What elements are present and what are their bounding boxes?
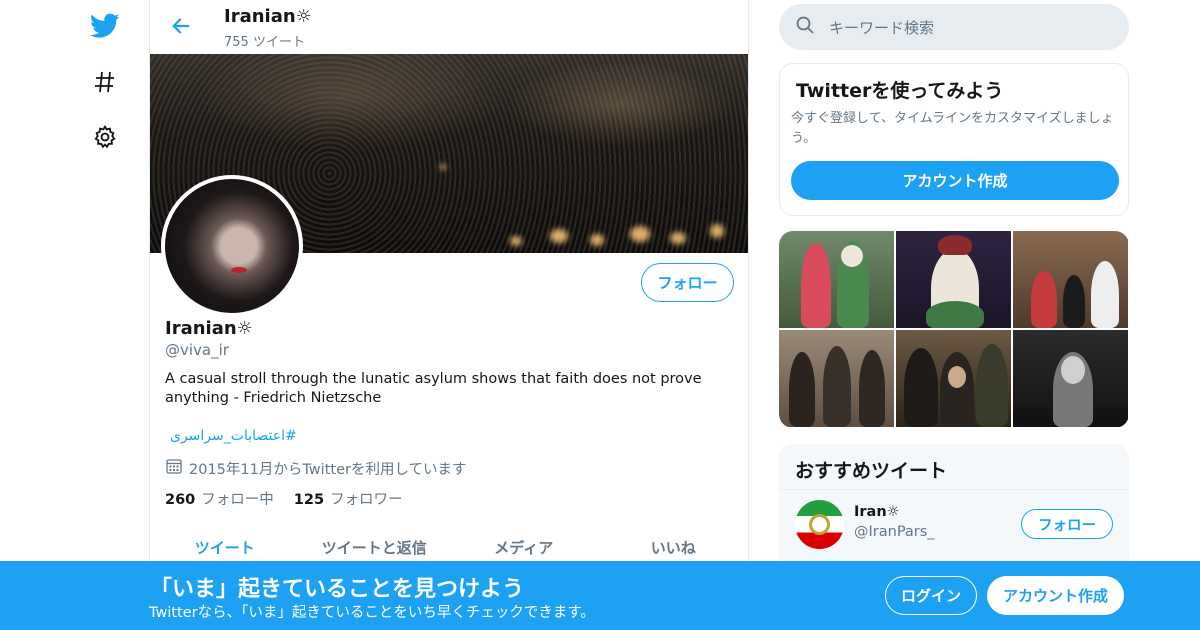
follow-button[interactable]: フォロー xyxy=(641,263,734,302)
media-grid xyxy=(779,231,1129,428)
following-label: フォロー中 xyxy=(201,492,274,508)
media-thumbnail[interactable] xyxy=(1013,231,1128,328)
tab-media[interactable]: メディア xyxy=(449,530,599,562)
profile-hashtag-link[interactable]: #اعتصابات_سراسری xyxy=(170,428,297,444)
hashtag-icon[interactable] xyxy=(90,67,120,97)
profile-stats: 260 フォロー中 125 フォロワー xyxy=(165,488,403,509)
media-thumbnail[interactable] xyxy=(779,231,894,328)
search-input[interactable]: キーワード検索 xyxy=(779,4,1129,50)
recommended-user-avatar[interactable] xyxy=(795,500,844,549)
joined-text: 2015年11月からTwitterを利用しています xyxy=(189,461,467,478)
prompt-subtitle: Twitterなら、「いま」起きていることをいち早くチェックできます。 xyxy=(149,605,595,621)
tab-tweets[interactable]: ツイート xyxy=(150,530,300,562)
calendar-icon xyxy=(165,457,183,479)
signup-card-subtitle: 今すぐ登録して、タイムラインをカスタマイズしましょう。 xyxy=(791,111,1114,146)
prompt-title: 「いま」起きていることを見つけよう xyxy=(150,577,525,602)
profile-column: Iranian☼⁣ 755 ツイート フォロー Iranian☼⁣ @viva_… xyxy=(149,0,749,630)
create-account-button[interactable]: アカウント作成 xyxy=(791,161,1119,200)
profile-header-bar: Iranian☼⁣ 755 ツイート xyxy=(150,0,748,54)
tab-tweets-and-replies[interactable]: ツイートと返信 xyxy=(300,530,450,562)
signup-card-title: Twitterを使ってみよう xyxy=(796,80,1004,102)
search-placeholder: キーワード検索 xyxy=(829,18,935,37)
followers-label: フォロワー xyxy=(330,492,403,508)
profile-tabs: ツイート ツイートと返信 メディア いいね xyxy=(150,530,748,562)
followers-link[interactable]: 125 フォロワー xyxy=(294,488,403,509)
login-button[interactable]: ログイン xyxy=(885,576,977,615)
recommended-follow-button[interactable]: フォロー xyxy=(1021,509,1113,539)
twitter-profile-page: Iranian☼⁣ 755 ツイート フォロー Iranian☼⁣ @viva_… xyxy=(0,0,1200,630)
media-thumbnail[interactable] xyxy=(896,330,1011,427)
profile-joined-date: 2015年11月からTwitterを利用しています xyxy=(165,457,467,479)
following-count: 260 xyxy=(165,492,196,508)
profile-display-name: Iranian☼⁣ xyxy=(165,318,253,339)
header-display-name: Iranian☼⁣ xyxy=(224,6,312,27)
media-thumbnail[interactable] xyxy=(896,231,1011,328)
twitter-bird-icon[interactable] xyxy=(90,11,120,41)
profile-avatar[interactable] xyxy=(161,175,303,317)
header-tweet-count: 755 ツイート xyxy=(224,35,305,50)
profile-bio: A casual stroll through the lunatic asyl… xyxy=(165,371,702,406)
back-arrow-icon[interactable] xyxy=(168,13,194,39)
search-icon xyxy=(795,15,815,39)
recommended-user-name[interactable]: Iran☼⁣ xyxy=(854,504,900,520)
profile-handle: @viva_ir xyxy=(165,341,229,359)
media-thumbnail[interactable] xyxy=(1013,330,1128,427)
followers-count: 125 xyxy=(293,492,325,508)
recommended-user-handle: @IranPars_ xyxy=(854,524,935,540)
signup-prompt-bar: 「いま」起きていることを見つけよう Twitterなら、「いま」起きていることを… xyxy=(0,561,1200,630)
gear-icon[interactable] xyxy=(90,122,120,152)
following-link[interactable]: 260 フォロー中 xyxy=(165,488,274,509)
signup-card: Twitterを使ってみよう 今すぐ登録して、タイムラインをカスタマイズしましょ… xyxy=(779,63,1129,216)
signup-button[interactable]: アカウント作成 xyxy=(987,576,1124,615)
tab-likes[interactable]: いいね xyxy=(599,530,749,562)
divider xyxy=(779,489,1129,490)
recommended-title: おすすめツイート xyxy=(795,460,948,482)
media-thumbnail[interactable] xyxy=(779,330,894,427)
